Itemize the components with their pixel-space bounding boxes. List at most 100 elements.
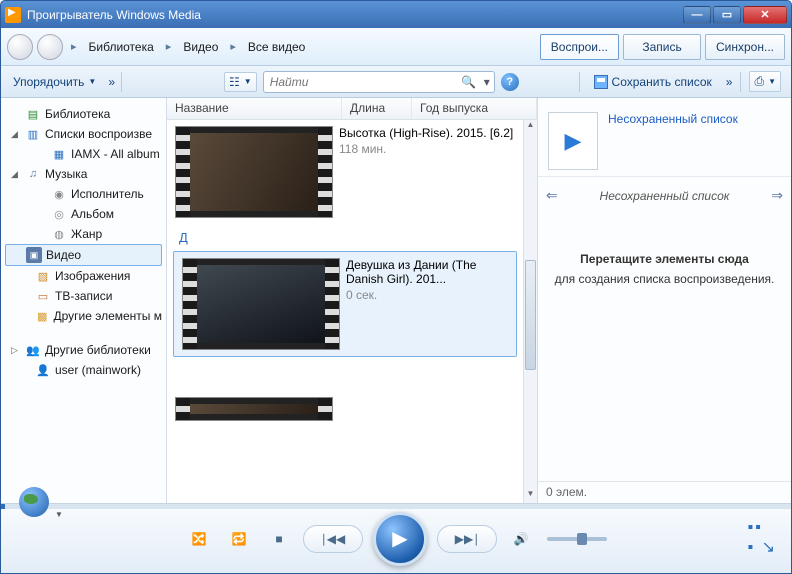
search-input[interactable] (264, 75, 458, 89)
search-box[interactable]: 🔍 ▾ (263, 71, 495, 93)
view-options-button[interactable]: ☷ ▼ (224, 72, 257, 92)
tv-icon: ▭ (35, 288, 51, 304)
playlist-prev-button[interactable]: ⇐ (546, 187, 558, 204)
app-icon (5, 7, 21, 23)
playlist-options-button[interactable]: ⎙ ▼ (749, 71, 781, 92)
playlist-icon: ▦ (51, 146, 67, 162)
chevron-down-icon: ▼ (244, 77, 252, 86)
previous-button[interactable]: ∣◀◀ (303, 525, 363, 553)
column-header-year[interactable]: Год выпуска (412, 98, 537, 119)
column-header-name[interactable]: Название (167, 98, 342, 119)
breadcrumb-library[interactable]: Библиотека (85, 38, 158, 56)
video-thumbnail (182, 258, 340, 350)
playlist-drop-zone[interactable]: Перетащите элементы сюда для создания сп… (538, 214, 791, 481)
genre-icon: ◍ (51, 226, 67, 242)
video-item[interactable]: Девушка из Дании (The Danish Girl). 201.… (173, 251, 517, 357)
playlist-status: 0 элем. (538, 481, 791, 503)
tab-sync[interactable]: Синхрон... (705, 34, 785, 60)
unsaved-playlist-link[interactable]: Несохраненный список (608, 112, 781, 126)
repeat-button[interactable]: 🔁 (225, 525, 253, 553)
options-icon: ⎙ (754, 74, 764, 89)
play-icon: ▶ (565, 128, 582, 154)
play-button[interactable]: ▶ (373, 512, 427, 566)
drop-hint-title: Перетащите элементы сюда (580, 252, 749, 266)
tree-library[interactable]: ▤Библиотека (1, 104, 166, 124)
chevron-down-icon: ▼ (768, 77, 776, 86)
separator (121, 72, 122, 92)
window-title: Проигрыватель Windows Media (27, 8, 683, 22)
expand-icon[interactable]: ▷ (11, 345, 21, 356)
tree-artist[interactable]: ◉Исполнитель (1, 184, 166, 204)
video-item[interactable]: Высотка (High-Rise). 2015. [6.2] 118 мин… (167, 120, 523, 224)
tree-other-media[interactable]: ▩Другие элементы м (1, 306, 166, 326)
images-icon: ▧ (35, 268, 51, 284)
save-icon (594, 75, 608, 89)
organize-menu[interactable]: Упорядочить ▼ (7, 72, 102, 92)
nav-forward-button[interactable] (37, 34, 63, 60)
tree-other-libraries[interactable]: ▷👥Другие библиотеки (1, 340, 166, 360)
chevron-down-icon: ▼ (88, 77, 96, 86)
tab-play[interactable]: Воспрои... (540, 34, 619, 60)
save-list-button[interactable]: Сохранить список (588, 72, 718, 92)
video-duration: 118 мин. (339, 142, 515, 156)
nav-back-button[interactable] (7, 34, 33, 60)
group-header: Д (167, 224, 523, 247)
volume-slider[interactable] (547, 525, 607, 553)
chevron-right-icon: ▸ (230, 40, 236, 53)
chevron-down-icon[interactable]: ▾ (480, 75, 494, 89)
close-button[interactable]: ✕ (743, 6, 787, 24)
help-button[interactable]: ? (501, 73, 519, 91)
library-icon: ▤ (25, 106, 41, 122)
playlist-pane: ▶ Несохраненный список ⇐ Несохраненный с… (537, 98, 791, 503)
breadcrumb-all-video[interactable]: Все видео (244, 38, 309, 56)
navigation-tree: ▤Библиотека ◢▥Списки воспроизве ▦IAMX - … (1, 98, 167, 503)
folder-icon: ▩ (35, 308, 49, 324)
collapse-icon[interactable]: ◢ (11, 169, 21, 180)
tree-album[interactable]: ◎Альбом (1, 204, 166, 224)
playlist-title: Несохраненный список (600, 189, 730, 203)
toolbar-overflow[interactable]: » (108, 75, 115, 89)
video-list-pane: Название Длина Год выпуска Высотка (High… (167, 98, 537, 503)
player-controls: ▼ 🔀 🔁 ■ ∣◀◀ ▶ ▶▶∣ 🔊 ▪▪▪ ↘ (1, 503, 791, 573)
mute-button[interactable]: 🔊 (507, 525, 535, 553)
list-view-icon: ☷ (229, 75, 240, 89)
next-button[interactable]: ▶▶∣ (437, 525, 497, 553)
vertical-scrollbar[interactable]: ▲ ▼ (523, 120, 537, 503)
video-icon: ▣ (26, 247, 42, 263)
collapse-icon[interactable]: ◢ (11, 129, 21, 140)
tree-genre[interactable]: ◍Жанр (1, 224, 166, 244)
playlist-icon: ▥ (25, 126, 41, 142)
shuffle-button[interactable]: 🔀 (185, 525, 213, 553)
scroll-up-icon[interactable]: ▲ (524, 120, 537, 134)
music-icon: ♫ (25, 166, 41, 182)
maximize-button[interactable]: ▭ (713, 6, 741, 24)
tree-playlist-item[interactable]: ▦IAMX - All album (1, 144, 166, 164)
tree-playlists[interactable]: ◢▥Списки воспроизве (1, 124, 166, 144)
playlist-toolbar-overflow[interactable]: » (726, 75, 733, 89)
album-icon: ◎ (51, 206, 67, 222)
tree-music[interactable]: ◢♫Музыка (1, 164, 166, 184)
navigation-bar: ▸ Библиотека ▸ Видео ▸ Все видео Воспрои… (1, 28, 791, 66)
drop-hint-subtitle: для создания списка воспроизведения. (555, 272, 775, 286)
chevron-down-icon[interactable]: ▼ (55, 510, 63, 519)
video-list: Высотка (High-Rise). 2015. [6.2] 118 мин… (167, 120, 537, 503)
search-icon[interactable]: 🔍 (458, 75, 480, 89)
video-item-partial[interactable] (167, 391, 523, 427)
stop-button[interactable]: ■ (265, 525, 293, 553)
tree-video[interactable]: ▣Видео (5, 244, 162, 266)
libraries-icon: 👥 (25, 342, 41, 358)
minimize-button[interactable]: — (683, 6, 711, 24)
tab-burn[interactable]: Запись (623, 34, 701, 60)
breadcrumb-video[interactable]: Видео (179, 38, 222, 56)
now-playing-view-button[interactable]: ▪▪▪ ↘ (747, 519, 777, 557)
tree-tv[interactable]: ▭ТВ-записи (1, 286, 166, 306)
playlist-next-button[interactable]: ⇒ (771, 187, 783, 204)
media-guide-button[interactable] (19, 487, 49, 517)
column-header-length[interactable]: Длина (342, 98, 412, 119)
scrollbar-thumb[interactable] (525, 260, 536, 370)
tree-user-library[interactable]: 👤user (mainwork) (1, 360, 166, 380)
scroll-down-icon[interactable]: ▼ (524, 489, 537, 503)
user-icon: 👤 (35, 362, 51, 378)
tree-images[interactable]: ▧Изображения (1, 266, 166, 286)
seek-bar[interactable] (1, 504, 791, 509)
